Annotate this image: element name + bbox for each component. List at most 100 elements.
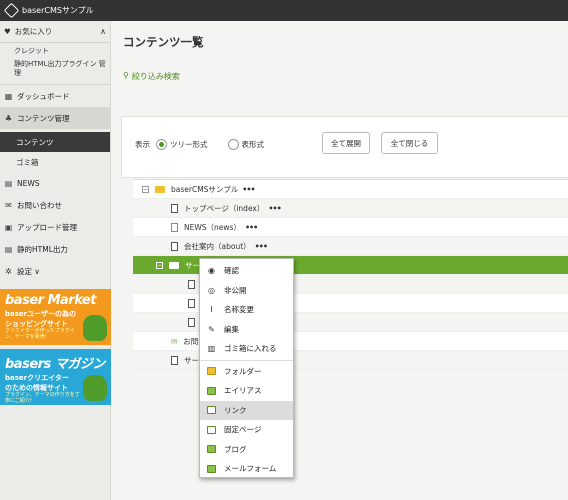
- basercms-logo-icon[interactable]: [3, 2, 20, 19]
- mail-icon: ✉: [5, 200, 12, 210]
- file-icon: ▤: [4, 244, 13, 254]
- top-bar: baserCMSサンプル: [0, 0, 568, 21]
- blog-icon: [171, 222, 178, 232]
- more-actions-icon[interactable]: •••: [242, 185, 255, 194]
- menu-label: 確認: [224, 266, 239, 276]
- mascot-icon: [83, 375, 107, 401]
- filter-label: 絞り込み検索: [131, 72, 180, 81]
- menu-item-trash[interactable]: ▥ ゴミ箱に入れる: [200, 339, 293, 359]
- menu-item-add-alias[interactable]: エイリアス: [200, 381, 293, 401]
- sidebar-item-news[interactable]: ▤ NEWS: [0, 172, 110, 194]
- menu-item-unpublish[interactable]: ◎ 非公開: [200, 281, 293, 301]
- tree-label: NEWS（news）: [184, 222, 241, 232]
- menu-item-add-link[interactable]: リンク: [200, 400, 293, 420]
- sidebar-item-label: NEWS: [17, 178, 40, 188]
- collapse-all-button[interactable]: 全て閉じる: [381, 132, 438, 154]
- sidebar-item-contents[interactable]: ♣ コンテンツ管理: [0, 107, 110, 129]
- filter-search-link[interactable]: ⚲ 絞り込み検索: [123, 71, 180, 82]
- radio-label[interactable]: ツリー形式: [170, 139, 208, 150]
- menu-divider: [200, 359, 293, 361]
- tree-label: お問: [183, 336, 199, 346]
- view-toggle: 表示 ツリー形式 表形式: [135, 139, 264, 150]
- menu-item-add-mail-form[interactable]: メールフォーム: [200, 459, 293, 479]
- menu-item-view[interactable]: ◉ 確認: [200, 261, 293, 281]
- page-icon: [171, 241, 178, 251]
- basers-magazine-banner[interactable]: basers マガジン baserクリエイター のための情報サイト プラグイン、…: [0, 349, 111, 405]
- page-icon: [171, 355, 178, 365]
- menu-item-rename[interactable]: I 名称変更: [200, 300, 293, 320]
- menu-label: リンク: [224, 405, 247, 415]
- main-content: コンテンツ一覧 ⚲ 絞り込み検索 表示 ツリー形式 表形式 全て展開 全て閉じる…: [111, 21, 568, 500]
- tree-row[interactable]: NEWS（news） •••: [133, 218, 568, 237]
- folder-icon: [169, 261, 179, 269]
- context-menu: ◉ 確認 ◎ 非公開 I 名称変更 ✎ 編集 ▥ ゴミ箱に入れる フォルダー エ…: [199, 258, 294, 478]
- baser-market-banner[interactable]: baser Market baserユーザーの為の ショッピングサイト クリエイ…: [0, 289, 111, 345]
- page-icon: [171, 203, 178, 213]
- radio-label[interactable]: 表形式: [242, 139, 265, 150]
- add-mail-icon: [207, 464, 216, 473]
- search-icon: ⚲: [123, 71, 129, 80]
- sidebar-item-label: アップロード管理: [17, 222, 77, 232]
- sidebar-item-static-html[interactable]: ▤ 静的HTML出力: [0, 238, 110, 260]
- collapse-toggle-icon[interactable]: −: [156, 261, 163, 269]
- more-actions-icon[interactable]: •••: [268, 204, 281, 213]
- sidebar-item-label: コンテンツ管理: [17, 113, 70, 123]
- tree-row[interactable]: − baserCMSサンプル •••: [133, 180, 568, 199]
- sidebar-subitem-contents[interactable]: コンテンツ: [0, 132, 110, 152]
- tree-row[interactable]: トップページ（index） •••: [133, 199, 568, 218]
- banner-title: basers マガジン: [5, 357, 105, 372]
- more-actions-icon[interactable]: •••: [255, 242, 268, 251]
- mascot-icon: [83, 315, 107, 341]
- tree-view-radio[interactable]: [156, 139, 167, 150]
- page-icon: [188, 279, 195, 289]
- doc-icon: ▤: [4, 178, 13, 188]
- menu-label: 非公開: [224, 285, 247, 295]
- tree-row[interactable]: 会社案内（about） •••: [133, 237, 568, 256]
- sidebar-item-label: 静的HTML出力: [17, 244, 68, 254]
- add-link-icon: [207, 406, 216, 415]
- menu-label: 固定ページ: [224, 425, 262, 435]
- edit-icon: ✎: [208, 324, 215, 334]
- expand-all-button[interactable]: 全て展開: [322, 132, 370, 154]
- menu-label: ゴミ箱に入れる: [224, 344, 277, 354]
- sidebar-subitem-trash[interactable]: ゴミ箱: [0, 152, 110, 172]
- sidebar-item-label: ダッシュボード: [17, 91, 70, 101]
- site-title[interactable]: baserCMSサンプル: [22, 5, 94, 16]
- collapse-toggle-icon[interactable]: −: [142, 185, 149, 193]
- favorite-item[interactable]: クレジット: [0, 47, 110, 56]
- banner-title: baser Market: [5, 293, 96, 308]
- menu-item-add-page[interactable]: 固定ページ: [200, 420, 293, 440]
- page-title: コンテンツ一覧: [123, 35, 204, 49]
- heart-icon: ♥: [4, 27, 11, 36]
- page-icon: [188, 317, 195, 327]
- sidebar-item-upload[interactable]: ▣ アップロード管理: [0, 216, 110, 238]
- sitemap-icon: ♣: [4, 113, 13, 123]
- add-alias-icon: [207, 386, 216, 395]
- menu-label: ブログ: [224, 444, 247, 454]
- sidebar-item-settings[interactable]: ✲ 設定 ∨: [0, 260, 110, 282]
- banner-note: クリエイターが作ったプラグイン、テーマを販売!: [5, 328, 75, 340]
- mail-form-icon: ✉: [171, 336, 178, 346]
- more-actions-icon[interactable]: •••: [245, 223, 258, 232]
- table-view-radio[interactable]: [227, 139, 239, 150]
- menu-item-add-blog[interactable]: ブログ: [200, 440, 293, 460]
- favorites-label: お気に入り: [14, 27, 53, 36]
- tree-label: baserCMSサンプル: [171, 184, 239, 194]
- chevron-up-icon[interactable]: ∧: [100, 27, 106, 36]
- menu-item-add-folder[interactable]: フォルダー: [200, 362, 293, 382]
- favorites-header[interactable]: ♥ お気に入り ∧: [0, 21, 110, 43]
- view-label: 表示: [135, 140, 150, 149]
- eye-icon: ◉: [208, 266, 215, 276]
- menu-item-edit[interactable]: ✎ 編集: [200, 320, 293, 340]
- menu-label: フォルダー: [224, 366, 262, 376]
- tree-label: トップページ（index）: [184, 203, 265, 213]
- rename-icon: I: [210, 305, 213, 315]
- sidebar-item-contact[interactable]: ✉ お問い合わせ: [0, 194, 110, 216]
- gear-icon: ✲: [5, 266, 12, 276]
- favorite-item[interactable]: 静的HTML出力プラグイン 管理: [0, 60, 110, 78]
- add-page-icon: [207, 425, 216, 434]
- tree-label: サー: [184, 355, 199, 365]
- page-icon: [188, 298, 195, 308]
- unpublish-icon: ◎: [208, 285, 215, 295]
- sidebar-item-dashboard[interactable]: ▦ ダッシュボード: [0, 85, 110, 107]
